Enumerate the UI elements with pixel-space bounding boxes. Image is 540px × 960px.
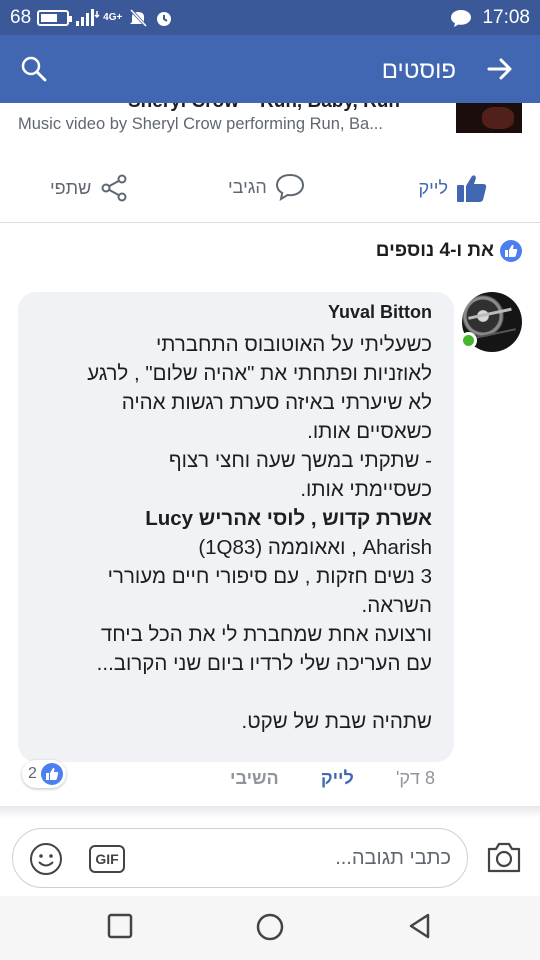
react-label: הגיבי	[228, 176, 267, 197]
message-icon	[451, 9, 472, 27]
camera-icon[interactable]	[486, 840, 522, 879]
comment-composer[interactable]: GIF כתבי תגובה...	[12, 828, 468, 888]
comment-button[interactable]: הגיבי	[228, 173, 305, 201]
comment-author[interactable]: Yuval Bitton	[328, 302, 432, 323]
app-bar: פוסטים	[0, 35, 540, 103]
comment-line: Aharish , ואאוממה (1Q83)	[198, 536, 432, 559]
status-bar: 68 4G+ 17:08	[0, 0, 540, 35]
divider	[0, 806, 540, 818]
status-left: 68 4G+	[10, 7, 174, 29]
like-button[interactable]: לייק	[418, 173, 488, 203]
back-icon[interactable]	[406, 912, 434, 945]
like-label: לייק	[418, 177, 448, 198]
reaction-count[interactable]: 2	[22, 760, 66, 788]
alarm-icon	[157, 11, 172, 26]
link-preview[interactable]: Sheryl Crow – Run, Baby, Run Music video…	[0, 103, 540, 143]
comment-time: 8 דק'	[395, 768, 435, 788]
thumbs-up-icon	[457, 175, 487, 202]
comment-line: כשסיימתי אותו.	[300, 478, 432, 501]
like-reaction-icon	[40, 763, 63, 785]
comment-line: לא שיערתי באיזה סערת רגשות אהיה	[121, 391, 432, 414]
comment-line: לאוזניות ופתחתי את "אהיה שלום" , לרגע	[87, 362, 432, 385]
comment-line	[32, 678, 432, 707]
comment-bubble-icon	[275, 173, 304, 201]
link-title: Sheryl Crow – Run, Baby, Run	[128, 103, 400, 113]
comment-line: 3 נשים חזקות , עם סיפורי חיים מעוררי	[107, 565, 432, 588]
home-icon[interactable]	[255, 912, 285, 947]
online-status-dot	[460, 332, 477, 349]
comment-line: ורצועה אחת שמחברת לי את הכל ביחד	[100, 623, 432, 646]
network-type: 4G+	[103, 12, 123, 23]
comment-meta: 8 דק' לייק השיבי	[230, 768, 435, 789]
comment-line: השראה.	[361, 594, 432, 617]
share-button[interactable]: שתפי	[50, 173, 129, 203]
comment-line: עם העריכה שלי לרדיו ביום שני הקרוב...	[96, 652, 432, 675]
share-label: שתפי	[50, 177, 92, 198]
comment-line: אשרת קדוש , לוסי אהריש Lucy	[145, 507, 432, 530]
comment-line: - שתקתי במשך שעה וחצי רצוף	[168, 449, 432, 472]
mute-icon	[130, 8, 148, 27]
comment-reply-link[interactable]: השיבי	[230, 768, 279, 789]
battery-fill	[41, 13, 58, 22]
comment-input-placeholder[interactable]: כתבי תגובה...	[335, 847, 451, 870]
link-description: Music video by Sheryl Crow performing Ru…	[18, 115, 383, 133]
search-icon[interactable]	[20, 55, 48, 88]
post-action-bar: לייק הגיבי שתפי	[0, 143, 540, 223]
system-nav-bar	[0, 896, 540, 960]
signal-icon	[76, 8, 100, 26]
likers-summary[interactable]: את ו-4 נוספים	[376, 240, 522, 262]
gif-icon[interactable]: GIF	[89, 845, 125, 873]
status-right: 17:08	[450, 7, 530, 29]
smiley-icon[interactable]	[29, 842, 63, 881]
battery-icon	[37, 9, 73, 26]
comment-bubble[interactable]: Yuval Bitton כשעליתי על האוטובוס התחברתי…	[18, 292, 454, 762]
comment-line: כשאסיים אותו.	[307, 420, 432, 443]
page-title: פוסטים	[381, 57, 456, 84]
clock: 17:08	[482, 6, 530, 28]
comment-line: כשעליתי על האוטובוס התחברתי	[155, 333, 432, 356]
comment-like-link[interactable]: לייק	[321, 768, 354, 789]
recent-apps-icon[interactable]	[106, 912, 134, 945]
back-arrow-icon[interactable]	[486, 55, 514, 88]
reaction-count-number: 2	[28, 765, 37, 782]
comment-text: כשעליתי על האוטובוס התחברתי לאוזניות ופת…	[32, 330, 432, 736]
link-thumbnail	[456, 103, 522, 133]
share-icon	[101, 174, 127, 202]
battery-level: 68	[10, 6, 32, 28]
like-reaction-icon	[500, 240, 522, 262]
comment-line: שתהיה שבת של שקט.	[241, 710, 432, 733]
likers-text: את ו-4 נוספים	[375, 240, 494, 261]
